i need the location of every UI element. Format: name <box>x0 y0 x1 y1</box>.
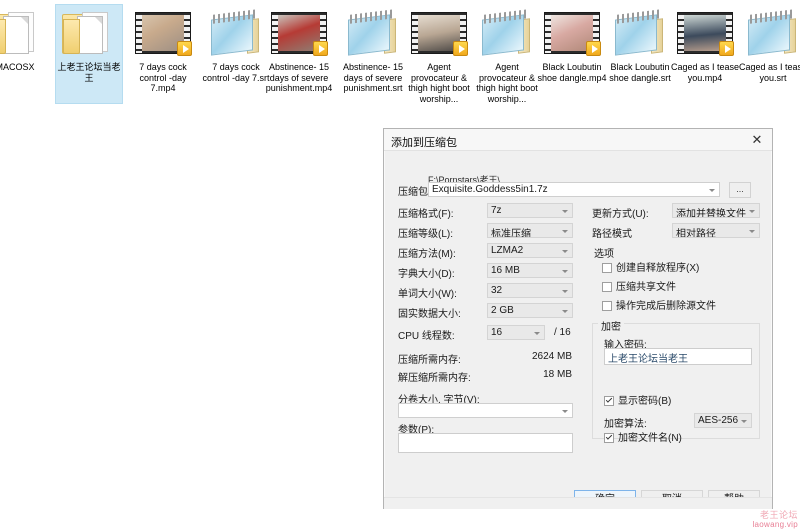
play-badge-icon <box>586 41 601 56</box>
path-mode-select[interactable]: 相对路径 <box>672 223 760 238</box>
file-item[interactable]: Abstinence- 15 days of severe punishment… <box>262 4 336 94</box>
dialog-titlebar: 添加到压缩包 ✕ <box>384 129 772 151</box>
delete-after-checkbox[interactable]: 操作完成后删除源文件 <box>602 301 716 312</box>
cpu-threads-label: CPU 线程数: <box>398 331 455 342</box>
dialog-title: 添加到压缩包 <box>391 137 457 149</box>
subtitle-file-icon <box>736 4 800 62</box>
format-label: 压缩格式(F): <box>398 209 454 220</box>
play-badge-icon <box>453 41 468 56</box>
video-file-icon <box>126 4 200 62</box>
parameters-input[interactable] <box>398 433 573 453</box>
play-badge-icon <box>177 41 192 56</box>
file-label: Caged as I tease you.srt <box>738 62 800 83</box>
file-item[interactable]: Caged as I tease you.mp4 <box>668 4 742 83</box>
file-label: 7 days cock control -day 7.mp4 <box>139 62 187 93</box>
file-label: Black Loubutin shoe dangle.mp4 <box>537 62 607 83</box>
file-label: 上老王论坛当老王 <box>57 62 121 83</box>
subtitle-file-icon <box>470 4 544 62</box>
encryption-algorithm-label: 加密算法: <box>604 419 647 430</box>
folder-icon <box>0 4 52 62</box>
solid-block-select[interactable]: 2 GB <box>487 303 573 318</box>
video-file-icon <box>668 4 742 62</box>
solid-block-label: 固实数据大小: <box>398 309 461 320</box>
update-mode-label: 更新方式(U): <box>592 209 649 220</box>
word-size-label: 单词大小(W): <box>398 289 457 300</box>
play-badge-icon <box>313 41 328 56</box>
encryption-algorithm-select[interactable]: AES-256 <box>694 413 752 428</box>
dialog-body: 压缩包(A): F:\Pornstars\老王\ Exquisite.Godde… <box>384 151 772 509</box>
encrypt-filenames-checkbox[interactable]: 加密文件名(N) <box>604 433 682 444</box>
file-item[interactable]: Agent provocateur & thigh hight boot wor… <box>402 4 476 104</box>
file-item[interactable]: Abstinence- 15 days of severe punishment… <box>336 4 410 94</box>
dictionary-size-select[interactable]: 16 MB <box>487 263 573 278</box>
compress-shared-files-checkbox[interactable]: 压缩共享文件 <box>602 282 676 293</box>
memory-compress-value: 2624 MB <box>531 351 572 362</box>
file-item[interactable]: 7 days cock control -day 7.mp4 <box>126 4 200 94</box>
video-file-icon <box>262 4 336 62</box>
add-to-archive-dialog: 添加到压缩包 ✕ 压缩包(A): F:\Pornstars\老王\ Exquis… <box>383 128 773 509</box>
show-password-checkbox[interactable]: 显示密码(B) <box>604 396 671 407</box>
desktop-file-area: MACOSX 上老王论坛当老王 7 days cock control -day… <box>0 0 800 120</box>
password-input[interactable]: 上老王论坛当老王 <box>604 348 752 365</box>
level-select[interactable]: 标准压缩 <box>487 223 573 238</box>
watermark-cn: 老王论坛 <box>759 510 798 520</box>
subtitle-file-icon <box>336 4 410 62</box>
file-item[interactable]: Black Loubutin shoe dangle.mp4 <box>535 4 609 83</box>
memory-decompress-label: 解压缩所需内存: <box>398 373 471 384</box>
method-select[interactable]: LZMA2 <box>487 243 573 258</box>
video-file-icon <box>535 4 609 62</box>
create-sfx-checkbox[interactable]: 创建自释放程序(X) <box>602 263 699 274</box>
method-label: 压缩方法(M): <box>398 249 456 260</box>
close-icon[interactable]: ✕ <box>742 129 772 150</box>
file-item[interactable]: Agent provocateur & thigh hight boot wor… <box>470 4 544 104</box>
file-item[interactable]: MACOSX <box>0 4 52 73</box>
video-file-icon <box>402 4 476 62</box>
watermark: 老王论坛 laowang.vip <box>752 510 798 530</box>
folder-icon <box>52 4 126 62</box>
browse-button[interactable]: ... <box>729 182 751 198</box>
path-mode-label: 路径模式 <box>592 229 632 240</box>
file-item[interactable]: 上老王论坛当老王 <box>52 4 126 104</box>
file-item[interactable]: Caged as I tease you.srt <box>736 4 800 83</box>
cpu-threads-total: / 16 <box>554 327 571 338</box>
file-label: Abstinence- 15 days of severe punishment… <box>265 62 333 93</box>
dialog-statusbar <box>384 497 772 509</box>
word-size-select[interactable]: 32 <box>487 283 573 298</box>
update-mode-select[interactable]: 添加并替换文件 <box>672 203 760 218</box>
level-label: 压缩等级(L): <box>398 229 453 240</box>
dictionary-size-label: 字典大小(D): <box>398 269 455 280</box>
file-label: Agent provocateur & thigh hight boot wor… <box>408 62 470 104</box>
format-select[interactable]: 7z <box>487 203 573 218</box>
file-label: Caged as I tease you.mp4 <box>670 62 740 83</box>
encryption-group-title: 加密 <box>598 318 624 333</box>
options-group-title: 选项 <box>594 249 614 260</box>
file-label: Agent provocateur & thigh hight boot wor… <box>476 62 538 104</box>
watermark-en: laowang.vip <box>752 520 798 529</box>
play-badge-icon <box>719 41 734 56</box>
file-label: MACOSX <box>0 62 35 72</box>
archive-name-input[interactable]: Exquisite.Goddess5in1.7z <box>428 182 720 197</box>
file-item[interactable]: Black Loubutin shoe dangle.srt <box>603 4 677 83</box>
memory-compress-label: 压缩所需内存: <box>398 355 461 366</box>
memory-decompress-value: 18 MB <box>543 369 572 380</box>
file-label: Abstinence- 15 days of severe punishment… <box>342 62 404 93</box>
file-label: Black Loubutin shoe dangle.srt <box>609 62 671 83</box>
cpu-threads-select[interactable]: 16 <box>487 325 545 340</box>
subtitle-file-icon <box>603 4 677 62</box>
split-size-input[interactable] <box>398 403 573 418</box>
